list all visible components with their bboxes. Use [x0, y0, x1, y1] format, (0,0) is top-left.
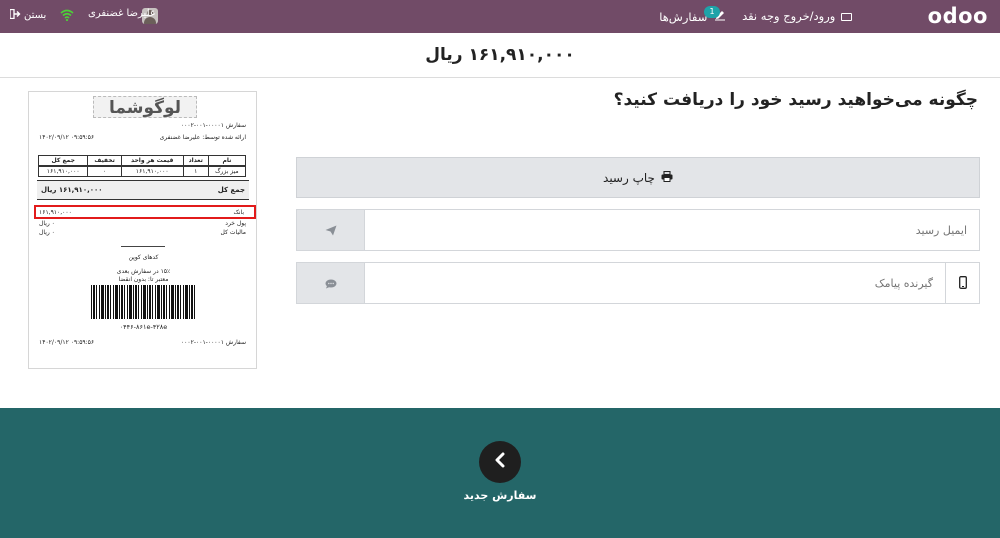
- orders-label: سفارش‌ها: [659, 10, 708, 24]
- send-icon: [325, 221, 337, 240]
- receipt-preview: لوگوشما سفارش ۰۰۰۰۱-۰۰۱-۰۰۰۲ ارائه شده ت…: [28, 91, 257, 369]
- payment-method-label: بانک: [233, 209, 244, 216]
- sms-receipt-group: [296, 262, 980, 304]
- coupon-description: ۱۵٪ در سفارش بعدی: [116, 268, 171, 275]
- top-navbar: odoo ورود/خروج وجه نقد سفارش‌ها 1 علیرضا…: [0, 0, 1000, 33]
- phone-country-selector[interactable]: [945, 263, 979, 303]
- total-label: جمع کل: [217, 186, 245, 194]
- odoo-logo: odoo: [927, 4, 988, 28]
- cash-in-out-button[interactable]: ورود/خروج وجه نقد: [742, 9, 852, 23]
- change-value: ۰ ریال: [39, 220, 55, 227]
- coupon-barcode: [91, 285, 197, 319]
- mobile-icon: [958, 274, 967, 293]
- receipt-datetime: ۱۴۰۲/۰۹/۱۲ ۰۹:۵۹:۵۶: [39, 134, 95, 141]
- receipt-order-ref: سفارش ۰۰۰۰۱-۰۰۱-۰۰۰۲: [180, 122, 246, 129]
- change-label: پول خرد: [225, 220, 246, 227]
- cash-icon: [841, 12, 852, 21]
- new-order-button[interactable]: [479, 441, 521, 483]
- table-row: میز بزرگ ۱ ۱۶۱,۹۱۰,۰۰۰ ۰ ۱۶۱,۹۱۰,۰۰۰: [37, 165, 247, 177]
- print-receipt-label: چاپ رسید: [603, 170, 655, 185]
- coupon-validity: معتبر تا: بدون انقضا: [118, 276, 169, 283]
- col-subtotal: جمع کل: [37, 155, 89, 167]
- amount-due: ۱۶۱,۹۱۰,۰۰۰ ریال: [0, 33, 1000, 78]
- print-receipt-button[interactable]: چاپ رسید: [296, 157, 980, 198]
- send-sms-button[interactable]: [297, 263, 365, 303]
- chevron-left-icon: [493, 452, 507, 472]
- new-order-label: سفارش جدید: [463, 489, 537, 502]
- receipt-served-by: ارائه شده توسط: علیرضا غضنفری: [159, 134, 246, 141]
- tax-value: ۰ ریال: [39, 229, 55, 236]
- close-session-button[interactable]: بستن: [9, 8, 47, 22]
- chat-icon: [325, 274, 337, 293]
- receipt-total-bar: جمع کل ۱۶۱,۹۱۰,۰۰۰ ریال: [37, 180, 249, 200]
- cell-name: میز بزرگ: [207, 165, 247, 177]
- payment-amount: ۱۶۱,۹۱۰,۰۰۰: [39, 209, 72, 216]
- close-label: بستن: [24, 10, 47, 21]
- orders-count-badge: 1: [704, 6, 720, 18]
- receipt-lines-table: نام تعداد قیمت هر واحد تخفیف جمع کل میز …: [37, 155, 247, 177]
- receipt-footer-ref: سفارش ۰۰۰۰۱-۰۰۱-۰۰۰۲: [180, 339, 246, 346]
- cash-in-out-label: ورود/خروج وجه نقد: [742, 9, 836, 23]
- cell-qty: ۱: [182, 165, 209, 177]
- total-value: ۱۶۱,۹۱۰,۰۰۰ ریال: [41, 186, 103, 194]
- cell-subtotal: ۱۶۱,۹۱۰,۰۰۰: [37, 165, 89, 177]
- divider: [121, 246, 165, 247]
- receipt-footer-datetime: ۱۴۰۲/۰۹/۱۲ ۰۹:۵۹:۵۶: [39, 339, 95, 346]
- sign-out-icon: [9, 8, 21, 22]
- coupon-title: کدهای کوپن: [128, 254, 159, 261]
- email-input[interactable]: [365, 210, 979, 250]
- col-name: نام: [207, 155, 247, 167]
- sms-recipient-input[interactable]: [365, 263, 945, 303]
- company-logo-placeholder: لوگوشما: [93, 96, 197, 118]
- receipt-question: چگونه می‌خواهید رسید خود را دریافت کنید؟: [613, 90, 978, 110]
- email-receipt-group: [296, 209, 980, 251]
- wifi-icon: [60, 9, 74, 22]
- col-qty: تعداد: [182, 155, 209, 167]
- bottom-action-bar: سفارش جدید: [0, 408, 1000, 538]
- printer-icon: [661, 170, 673, 185]
- col-discount: تخفیف: [87, 155, 122, 167]
- col-unit-price: قیمت هر واحد: [120, 155, 184, 167]
- cell-discount: ۰: [87, 165, 122, 177]
- cashier-name[interactable]: علیرضا غضنفری: [88, 8, 156, 19]
- tax-label: مالیات کل: [220, 229, 246, 236]
- barcode-number: ۰۴۴۶-۸۶۱e-۴۲۸e: [119, 323, 168, 331]
- send-email-button[interactable]: [297, 210, 365, 250]
- cell-unit-price: ۱۶۱,۹۱۰,۰۰۰: [120, 165, 184, 177]
